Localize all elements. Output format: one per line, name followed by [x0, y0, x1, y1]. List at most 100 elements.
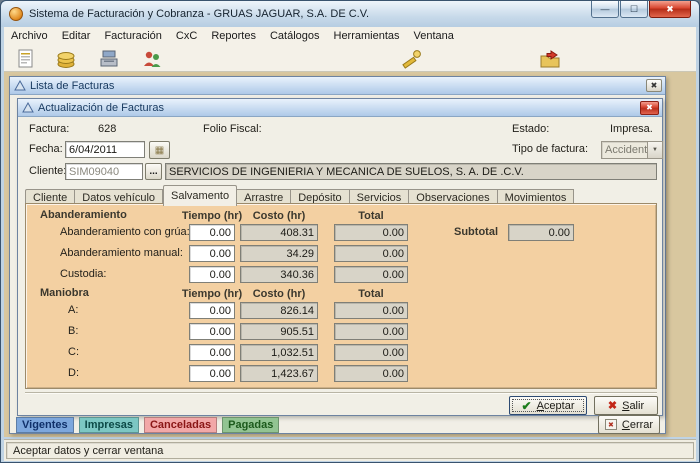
total-field	[334, 266, 408, 283]
tipo-factura-value: Accidente	[602, 144, 647, 156]
main-window: Sistema de Facturación y Cobranza - GRUA…	[0, 0, 700, 463]
tiempo-input[interactable]	[189, 224, 235, 241]
col-total-1: Total	[331, 210, 411, 222]
lista-title: Lista de Facturas	[30, 80, 114, 92]
app-icon	[9, 7, 23, 21]
actualizacion-facturas-window: Actualización de Facturas ✖ Factura: 628…	[17, 98, 663, 416]
fecha-picker-button[interactable]: ▦	[149, 141, 170, 159]
tiempo-input[interactable]	[189, 302, 235, 319]
costo-field	[240, 323, 318, 340]
window-controls: — ☐ ✖	[590, 1, 691, 18]
folio-fiscal-label: Folio Fiscal:	[203, 121, 262, 138]
costo-field	[240, 302, 318, 319]
tiempo-input[interactable]	[189, 245, 235, 262]
legend-impresas: Impresas	[79, 417, 139, 433]
toolbar-sign-button[interactable]	[400, 47, 424, 70]
factura-label: Factura:	[29, 121, 69, 138]
form-close-button[interactable]: ✖	[640, 101, 659, 115]
tiempo-input[interactable]	[189, 323, 235, 340]
menu-cxc[interactable]: CxC	[169, 28, 204, 44]
lista-titlebar: Lista de Facturas ✖	[10, 77, 665, 95]
col-total-2: Total	[331, 288, 411, 300]
cash-register-icon	[98, 48, 120, 70]
costo-field	[240, 365, 318, 382]
calendar-icon: ▦	[155, 145, 164, 156]
legend-canceladas: Canceladas	[144, 417, 217, 433]
cliente-label: Cliente:	[29, 163, 66, 180]
costo-field	[240, 224, 318, 241]
total-field	[334, 224, 408, 241]
total-field	[334, 323, 408, 340]
menu-herramientas[interactable]: Herramientas	[327, 28, 407, 44]
row-label: B:	[68, 323, 78, 340]
toolbar-clients-button[interactable]	[140, 47, 164, 70]
abanderamiento-header: Abanderamiento	[40, 207, 127, 224]
row-label: Abanderamiento con grúa:	[60, 224, 190, 241]
check-icon: ✔	[522, 399, 532, 413]
maniobra-header: Maniobra	[40, 285, 89, 302]
toolbar-exit-button[interactable]	[538, 47, 562, 70]
close-button[interactable]: ✖	[649, 1, 691, 18]
close-window-icon: ✖	[605, 419, 617, 430]
toolbar	[4, 45, 696, 72]
tipo-factura-dropdown: Accidente ▼	[601, 141, 663, 159]
x-icon: ✖	[608, 399, 617, 412]
status-bar: Aceptar datos y cerrar ventana	[4, 439, 696, 461]
menu-catalogos[interactable]: Catálogos	[263, 28, 327, 44]
cerrar-button[interactable]: ✖ Cerrar	[598, 415, 660, 434]
lista-close-button[interactable]: ✖	[646, 79, 662, 92]
legend-vigentes: Vigentes	[16, 417, 74, 433]
costo-field	[240, 266, 318, 283]
subtotal-field	[508, 224, 574, 241]
menu-facturacion[interactable]: Facturación	[97, 28, 168, 44]
menu-ventana[interactable]: Ventana	[407, 28, 461, 44]
subtotal-label: Subtotal	[454, 224, 498, 241]
tiempo-input[interactable]	[189, 344, 235, 361]
menu-archivo[interactable]: Archivo	[4, 28, 55, 44]
total-field	[334, 365, 408, 382]
toolbar-cash-register-button[interactable]	[97, 47, 121, 70]
estado-value: Impresa.	[610, 121, 653, 138]
maximize-button[interactable]: ☐	[620, 1, 648, 18]
costo-field	[240, 245, 318, 262]
cerrar-label: Cerrar	[622, 419, 653, 431]
sign-key-icon	[401, 48, 423, 70]
cliente-browse-button[interactable]: ...	[145, 163, 162, 180]
total-field	[334, 245, 408, 262]
factura-value: 628	[98, 121, 116, 138]
clients-icon	[141, 48, 163, 70]
cliente-name-field	[165, 163, 657, 180]
coins-icon	[55, 48, 77, 70]
menu-reportes[interactable]: Reportes	[204, 28, 263, 44]
total-field	[334, 344, 408, 361]
toolbar-invoice-button[interactable]	[14, 47, 38, 70]
salir-label: Salir	[622, 400, 644, 412]
menu-bar: Archivo Editar Facturación CxC Reportes …	[4, 27, 696, 45]
legend-pagadas: Pagadas	[222, 417, 279, 433]
chevron-down-icon: ▼	[647, 142, 662, 158]
tiempo-input[interactable]	[189, 365, 235, 382]
aceptar-button[interactable]: ✔ Aceptar	[509, 396, 587, 415]
form-icon	[22, 102, 34, 114]
menu-editar[interactable]: Editar	[55, 28, 98, 44]
tab-salvamento[interactable]: Salvamento	[163, 185, 237, 206]
row-label: D:	[68, 365, 79, 382]
toolbar-coins-button[interactable]	[54, 47, 78, 70]
exit-folder-icon	[539, 48, 561, 70]
minimize-button[interactable]: —	[591, 1, 619, 18]
costo-field	[240, 344, 318, 361]
row-label: A:	[68, 302, 78, 319]
form-icon	[14, 80, 26, 92]
form-titlebar: Actualización de Facturas ✖	[18, 99, 662, 117]
row-label: Abanderamiento manual:	[60, 245, 183, 262]
lista-facturas-window: Lista de Facturas ✖ Actualización de Fac…	[9, 76, 666, 434]
tiempo-input[interactable]	[189, 266, 235, 283]
fecha-input[interactable]	[65, 141, 145, 158]
tipo-factura-label: Tipo de factura:	[512, 141, 588, 158]
col-costo-1: Costo (hr)	[239, 210, 319, 222]
salir-button[interactable]: ✖ Salir	[594, 396, 658, 415]
col-costo-2: Costo (hr)	[239, 288, 319, 300]
total-field	[334, 302, 408, 319]
row-label: C:	[68, 344, 79, 361]
status-text: Aceptar datos y cerrar ventana	[6, 442, 694, 459]
